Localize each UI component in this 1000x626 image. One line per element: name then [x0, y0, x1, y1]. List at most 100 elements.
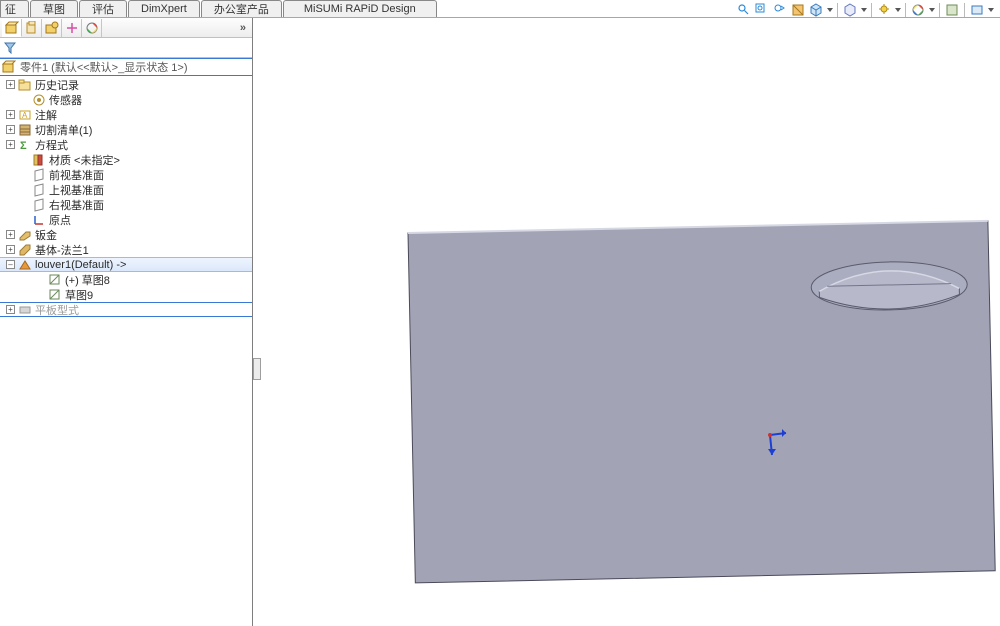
tree-node-front-plane[interactable]: 前视基准面 [0, 167, 252, 182]
tab-label: DimXpert [141, 3, 187, 15]
dropdown-arrow-icon[interactable] [861, 8, 867, 12]
tree-node-flat-pattern[interactable]: + 平板型式 [0, 302, 252, 317]
tree-label: 平板型式 [35, 302, 79, 318]
dropdown-arrow-icon[interactable] [929, 8, 935, 12]
expand-icon[interactable]: + [6, 245, 15, 254]
panel-tab-display[interactable] [82, 19, 102, 37]
expand-icon[interactable]: + [6, 110, 15, 119]
tree-label: 上视基准面 [49, 182, 104, 198]
separator [871, 3, 872, 17]
tab-label: 办公室产品 [214, 1, 269, 17]
part-header-row[interactable]: 零件1 (默认<<默认>_显示状态 1>) [0, 58, 252, 76]
tree-node-louver[interactable]: – louver1(Default) -> [0, 257, 252, 272]
tree-node-material[interactable]: 材质 <未指定> [0, 152, 252, 167]
part-header-label: 零件1 (默认<<默认>_显示状态 1>) [20, 59, 188, 75]
feature-manager-panel: » 零件1 (默认<<默认>_显示状态 1>) + 历史记录 传感器 + A [0, 18, 253, 626]
tree-node-origin[interactable]: 原点 [0, 212, 252, 227]
section-view-icon[interactable] [790, 2, 806, 18]
prev-view-icon[interactable] [772, 2, 788, 18]
expand-icon[interactable]: + [6, 125, 15, 134]
folder-icon [18, 78, 32, 92]
filter-icon[interactable] [4, 42, 16, 54]
tab-sketch[interactable]: 草图 [30, 0, 78, 17]
tab-feature[interactable]: 征 [0, 0, 29, 17]
panel-tab-property[interactable] [22, 19, 42, 37]
expand-icon[interactable]: + [6, 80, 15, 89]
expand-icon[interactable]: + [6, 230, 15, 239]
render-icon[interactable] [944, 2, 960, 18]
expand-icon[interactable]: + [6, 305, 15, 314]
tab-evaluate[interactable]: 评估 [79, 0, 127, 17]
panel-tab-row: » [0, 18, 252, 38]
tree-node-annotations[interactable]: + A 注解 [0, 107, 252, 122]
tree-node-right-plane[interactable]: 右视基准面 [0, 197, 252, 212]
plane-icon [32, 183, 46, 197]
tree-node-sensors[interactable]: 传感器 [0, 92, 252, 107]
panel-drag-handle[interactable] [253, 358, 261, 380]
panel-collapse-icon[interactable]: » [240, 22, 246, 34]
tree-label: 历史记录 [35, 77, 79, 93]
expand-spacer [20, 185, 29, 194]
dropdown-arrow-icon[interactable] [895, 8, 901, 12]
panel-tab-dimxpert[interactable] [62, 19, 82, 37]
tree-label: 注解 [35, 107, 57, 123]
flat-pattern-icon [18, 303, 32, 317]
view-orientation-icon[interactable] [808, 2, 824, 18]
tab-misumi[interactable]: MiSUMi RAPiD Design [283, 0, 437, 17]
tree-label: 方程式 [35, 137, 68, 153]
appearance-icon[interactable] [910, 2, 926, 18]
heads-up-view-toolbar [736, 2, 994, 18]
dropdown-arrow-icon[interactable] [827, 8, 833, 12]
separator [964, 3, 965, 17]
zoom-area-icon[interactable] [754, 2, 770, 18]
tree-node-sheetmetal[interactable]: + 钣金 [0, 227, 252, 242]
tree-label: 传感器 [49, 92, 82, 108]
dropdown-arrow-icon[interactable] [988, 8, 994, 12]
tab-dimxpert[interactable]: DimXpert [128, 0, 200, 17]
tree-label: 材质 <未指定> [49, 152, 120, 168]
expand-spacer [36, 290, 45, 299]
tree-node-history[interactable]: + 历史记录 [0, 77, 252, 92]
tree-label: louver1(Default) -> [35, 259, 126, 271]
part-icon [2, 60, 16, 74]
tree-node-sketch8[interactable]: (+) 草图8 [0, 272, 252, 287]
expand-icon[interactable]: + [6, 140, 15, 149]
expand-spacer [20, 95, 29, 104]
separator [939, 3, 940, 17]
expand-spacer [36, 275, 45, 284]
collapse-icon[interactable]: – [6, 260, 15, 269]
view-settings-icon[interactable] [969, 2, 985, 18]
hide-show-icon[interactable] [876, 2, 892, 18]
tree-label: 前视基准面 [49, 167, 104, 183]
tree-label: 钣金 [35, 227, 57, 243]
tree-label: 草图9 [65, 287, 93, 303]
tab-label: 评估 [92, 1, 114, 17]
filter-row [0, 38, 252, 58]
tree-node-sketch9[interactable]: 草图9 [0, 287, 252, 302]
sheetmetal-icon [18, 228, 32, 242]
tree-node-cutlist[interactable]: + 切割清单(1) [0, 122, 252, 137]
tab-label: 草图 [43, 1, 65, 17]
tab-office[interactable]: 办公室产品 [201, 0, 282, 17]
tree-node-base-flange[interactable]: + 基体-法兰1 [0, 242, 252, 257]
sketch-icon [48, 273, 62, 287]
separator [905, 3, 906, 17]
tree-label: 原点 [49, 212, 71, 228]
panel-tab-config[interactable] [42, 19, 62, 37]
panel-tab-feature-tree[interactable] [2, 19, 22, 37]
display-style-icon[interactable] [842, 2, 858, 18]
zoom-fit-icon[interactable] [736, 2, 752, 18]
sensor-icon [32, 93, 46, 107]
origin-icon [32, 213, 46, 227]
expand-spacer [20, 200, 29, 209]
feature-tree: + 历史记录 传感器 + A 注解 + 切割清单(1) + Σ [0, 76, 252, 626]
tab-label: MiSUMi RAPiD Design [304, 3, 416, 15]
tree-node-equations[interactable]: + Σ 方程式 [0, 137, 252, 152]
graphics-viewport[interactable] [253, 18, 1000, 626]
tree-node-top-plane[interactable]: 上视基准面 [0, 182, 252, 197]
tree-label: 基体-法兰1 [35, 242, 89, 258]
tree-label: (+) 草图8 [65, 272, 110, 288]
model-render [253, 18, 1000, 626]
separator [837, 3, 838, 17]
svg-text:A: A [22, 111, 28, 120]
